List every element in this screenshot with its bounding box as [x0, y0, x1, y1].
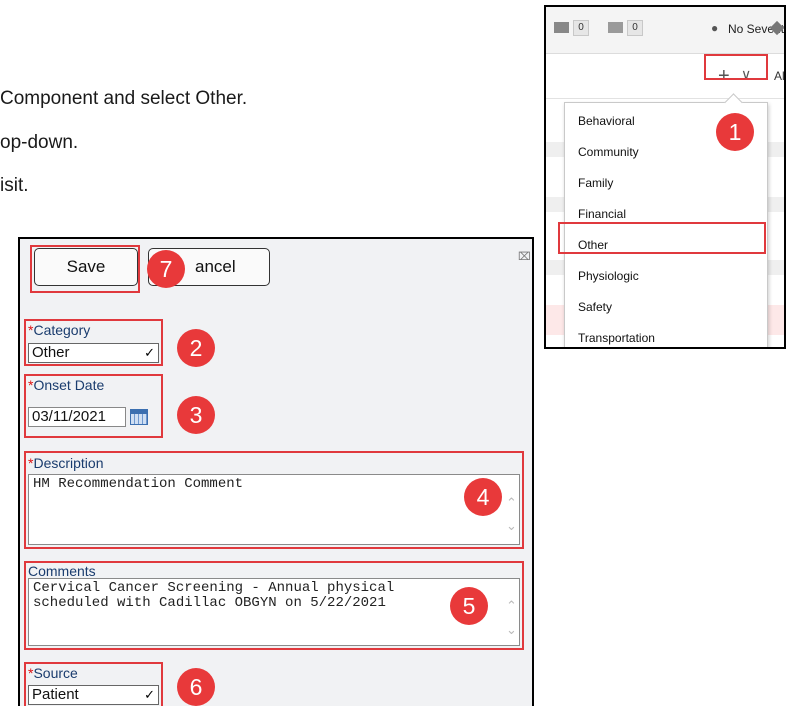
scroll-up-icon[interactable]: ⌃ [506, 598, 517, 614]
toolbar: 0 0 ● No Severity [546, 7, 784, 54]
description-label: *Description [28, 455, 104, 471]
comments-textarea[interactable]: Cervical Cancer Screening - Annual physi… [28, 578, 520, 646]
source-label: *Source [28, 665, 78, 681]
calendar-icon[interactable] [130, 409, 148, 425]
category-label: *Category [28, 322, 91, 338]
scroll-down-icon[interactable]: ⌄ [506, 518, 517, 534]
description-textarea[interactable]: HM Recommendation Comment [28, 474, 520, 545]
save-button-highlight [30, 245, 140, 293]
all-filter-label[interactable]: Al [774, 69, 784, 83]
close-icon[interactable]: ⌧ [518, 250, 531, 263]
menu-item-family[interactable]: Family [578, 176, 613, 190]
step-badge-5: 5 [450, 587, 488, 625]
source-select[interactable]: Patient ✓ [28, 685, 159, 705]
instruction-line-3: isit. [0, 175, 29, 196]
person-icon: ● [711, 21, 719, 35]
step-badge-3: 3 [177, 396, 215, 434]
instruction-line-2: op-down. [0, 132, 79, 153]
menu-item-financial[interactable]: Financial [578, 207, 626, 221]
category-select-value: Other [32, 344, 70, 361]
onset-date-label: *Onset Date [28, 377, 105, 393]
inbox-count: 0 [627, 20, 643, 36]
chevron-down-icon: ✓ [144, 345, 155, 360]
comments-line-1: Cervical Cancer Screening - Annual physi… [33, 580, 395, 596]
scroll-down-icon[interactable]: ⌄ [506, 622, 517, 638]
step-badge-1: 1 [716, 113, 754, 151]
menu-item-safety[interactable]: Safety [578, 300, 612, 314]
message-count: 0 [573, 20, 589, 36]
other-item-highlight [558, 222, 766, 254]
step-badge-2: 2 [177, 329, 215, 367]
menu-item-behavioral[interactable]: Behavioral [578, 114, 635, 128]
comments-label: Comments [28, 563, 96, 579]
add-button-highlight [704, 54, 768, 80]
menu-item-transportation[interactable]: Transportation [578, 331, 655, 345]
onset-date-input[interactable]: 03/11/2021 [28, 407, 126, 427]
step-badge-7: 7 [147, 250, 185, 288]
comments-line-2: scheduled with Cadillac OBGYN on 5/22/20… [33, 595, 386, 611]
source-select-value: Patient [32, 686, 79, 703]
menu-item-physiologic[interactable]: Physiologic [578, 269, 639, 283]
instruction-line-1: Component and select Other. [0, 88, 248, 109]
scroll-up-icon[interactable]: ⌃ [506, 495, 517, 511]
menu-item-community[interactable]: Community [578, 145, 639, 159]
inbox-icon[interactable] [608, 22, 623, 33]
step-badge-6: 6 [177, 668, 215, 706]
chevron-down-icon: ✓ [144, 687, 155, 702]
message-icon[interactable] [554, 22, 569, 33]
category-select[interactable]: Other ✓ [28, 343, 159, 363]
step-badge-4: 4 [464, 478, 502, 516]
